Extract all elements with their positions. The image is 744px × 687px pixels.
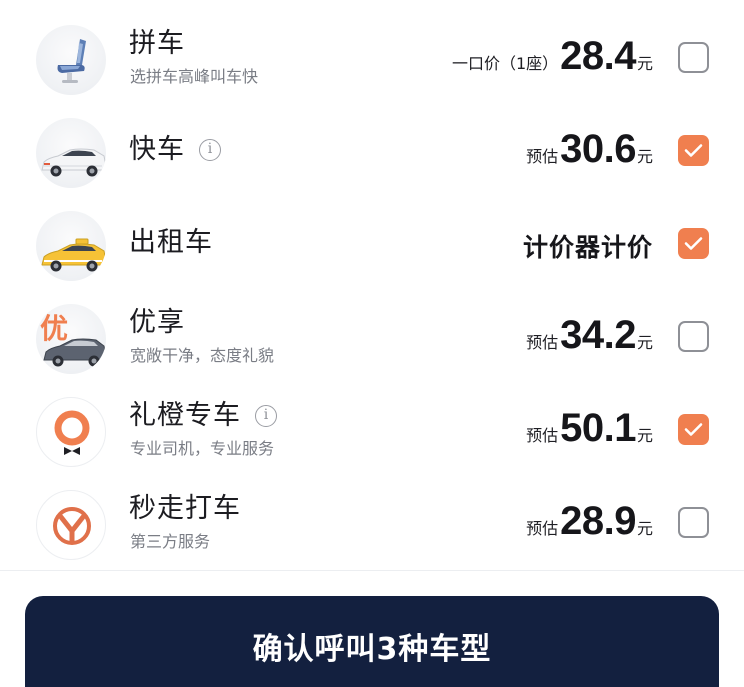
ride-price: 计价器计价 [523, 228, 653, 264]
ride-subtitle: 选拼车高峰叫车快 [130, 67, 259, 86]
ride-price: 一口价（1座） 28.4 元 [452, 34, 653, 79]
ride-option-kuaiche[interactable]: 快车 i 预估 30.6 元 [0, 105, 744, 198]
select-checkbox[interactable] [678, 507, 709, 538]
price-prefix: 预估 [526, 519, 559, 538]
ride-option-pinche[interactable]: 拼车 选拼车高峰叫车快 一口价（1座） 28.4 元 [0, 12, 744, 105]
ride-price: 预估 30.6 元 [526, 127, 653, 172]
ride-selection-screen: 拼车 选拼车高峰叫车快 一口价（1座） 28.4 元 快车 i 预估 30.6 … [0, 0, 744, 687]
ride-option-youxiang[interactable]: 优 优享 宽敞干净，态度礼貌 预估 34.2 元 [0, 291, 744, 384]
ride-subtitle: 第三方服务 [130, 532, 211, 551]
info-icon[interactable]: i [199, 139, 221, 161]
price-unit: 元 [636, 147, 653, 166]
price-value: 28.4 [560, 34, 636, 78]
ride-name: 拼车 [129, 28, 185, 59]
confirm-call-button[interactable]: 确认呼叫3种车型 [25, 596, 719, 687]
orange-logo-icon [36, 397, 106, 467]
ride-options-list: 拼车 选拼车高峰叫车快 一口价（1座） 28.4 元 快车 i 预估 30.6 … [0, 0, 744, 570]
info-icon[interactable]: i [255, 405, 277, 427]
price-unit: 元 [636, 519, 653, 538]
white-car-icon [36, 118, 106, 188]
ride-name: 优享 [129, 307, 185, 338]
ride-option-taxi[interactable]: 出租车 计价器计价 [0, 198, 744, 291]
premium-badge-glyph: 优 [40, 312, 68, 345]
select-checkbox[interactable] [678, 321, 709, 352]
m-logo-icon [36, 490, 106, 560]
ride-name: 快车 [129, 134, 185, 165]
price-unit: 元 [636, 333, 653, 352]
ride-subtitle: 专业司机，专业服务 [130, 439, 275, 458]
select-checkbox[interactable] [678, 135, 709, 166]
ride-option-licheng[interactable]: 礼橙专车 i 专业司机，专业服务 预估 50.1 元 [0, 384, 744, 477]
meter-price-text: 计价器计价 [522, 233, 653, 262]
price-unit: 元 [636, 426, 653, 445]
ride-name: 秒走打车 [129, 493, 241, 524]
price-prefix: 预估 [526, 426, 559, 445]
car-seat-icon [36, 25, 106, 95]
select-checkbox[interactable] [678, 414, 709, 445]
premium-car-icon: 优 [36, 304, 106, 374]
price-unit: 元 [636, 54, 653, 73]
price-value: 50.1 [560, 406, 636, 450]
select-checkbox[interactable] [678, 228, 709, 259]
ride-price: 预估 50.1 元 [526, 406, 653, 451]
ride-subtitle: 宽敞干净，态度礼貌 [130, 346, 275, 365]
ride-price: 预估 34.2 元 [526, 313, 653, 358]
price-prefix: 预估 [526, 147, 559, 166]
divider [0, 570, 744, 571]
ride-price: 预估 28.9 元 [526, 499, 653, 544]
price-value: 28.9 [560, 499, 636, 543]
ride-name: 出租车 [129, 227, 213, 258]
price-prefix: 一口价（1座） [451, 54, 559, 73]
price-value: 34.2 [560, 313, 636, 357]
ride-option-miaozou[interactable]: 秒走打车 第三方服务 预估 28.9 元 [0, 477, 744, 570]
price-value: 30.6 [560, 127, 636, 171]
ride-name: 礼橙专车 [129, 400, 241, 431]
select-checkbox[interactable] [678, 42, 709, 73]
taxi-icon [36, 211, 106, 281]
price-prefix: 预估 [526, 333, 559, 352]
